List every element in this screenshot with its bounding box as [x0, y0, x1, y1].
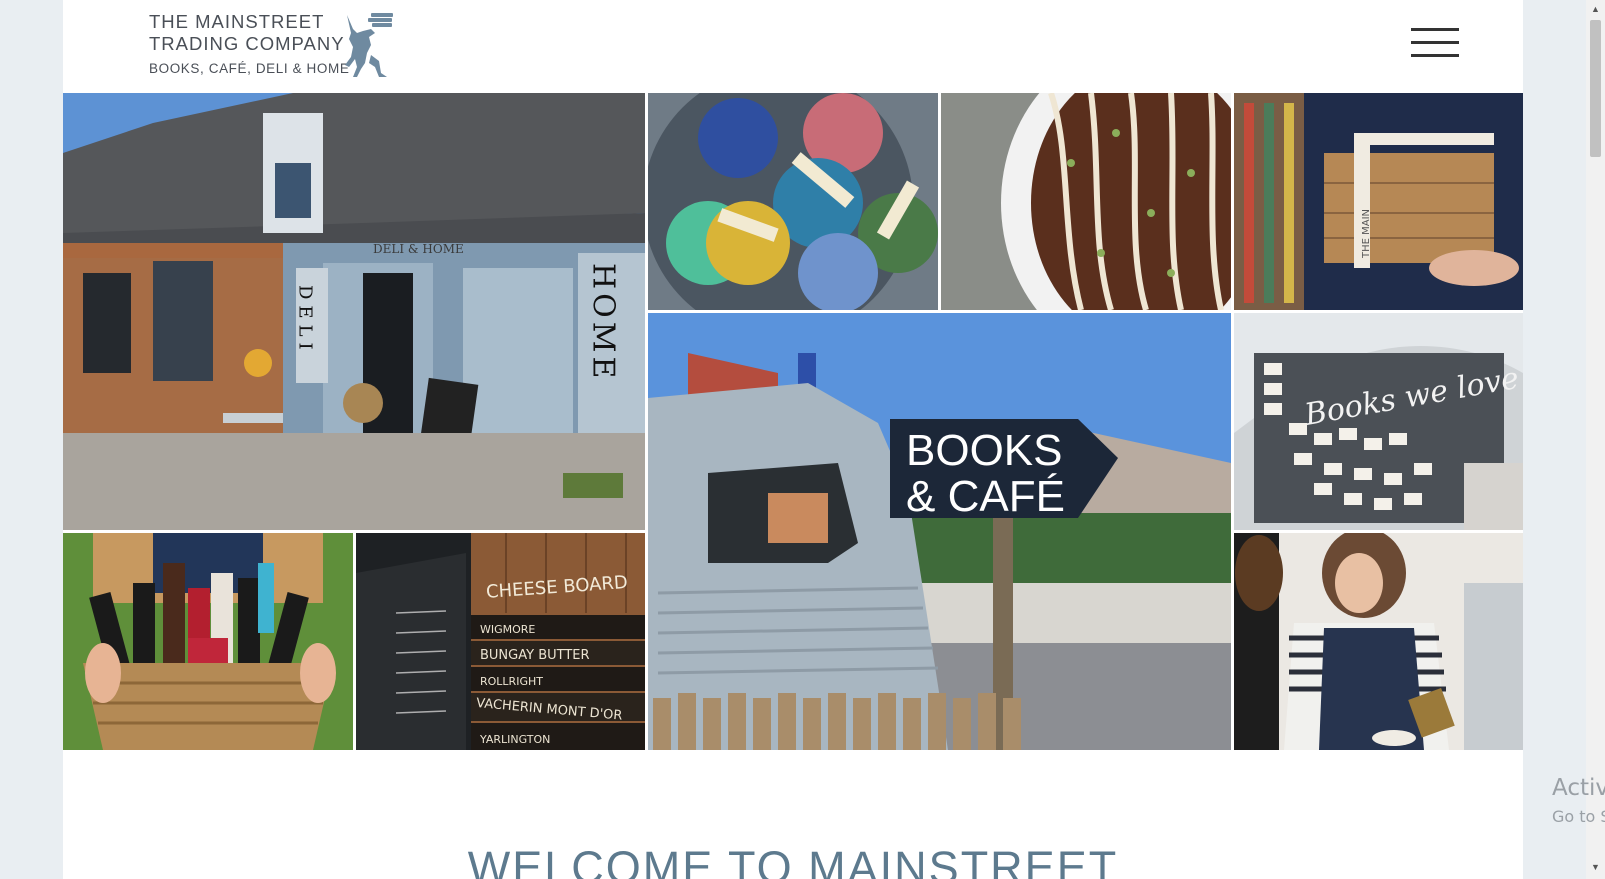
welcome-heading: WELCOME TO MAINSTREET [467, 842, 1119, 879]
page-scrollbar[interactable]: ▲ ▼ [1586, 0, 1605, 879]
photo-twine-balls[interactable] [648, 93, 938, 310]
hamburger-menu-icon [1411, 28, 1459, 31]
photo-barista[interactable] [1234, 533, 1523, 750]
site-header: THE MAINSTREET TRADING COMPANY BOOKS, CA… [63, 0, 1523, 93]
signpost-cafe: & CAFÉ [906, 472, 1065, 521]
photo-books-we-love-window[interactable]: Books we love [1234, 313, 1523, 530]
cheese-item-2: BUNGAY BUTTER [480, 648, 590, 663]
photo-van-books-cafe-sign[interactable]: BOOKS & CAFÉ [648, 313, 1231, 750]
logo-line-1: THE MAINSTREET [149, 11, 325, 32]
scrollbar-thumb[interactable] [1590, 20, 1601, 157]
activation-title: Activ [1552, 775, 1605, 801]
photo-gallery: DELI HOME DELI & HOME THE MAIN BOOKS & C… [63, 93, 1523, 750]
page: THE MAINSTREET TRADING COMPANY BOOKS, CA… [63, 0, 1523, 879]
scroll-down-arrow-icon[interactable]: ▼ [1586, 862, 1605, 872]
hamburger-menu-button[interactable] [1411, 28, 1459, 60]
cheese-item-5: YARLINGTON [479, 733, 550, 746]
os-activation-watermark: Activ Go to S [1552, 775, 1605, 826]
photo-wine-basket[interactable] [63, 533, 353, 750]
cheese-item-3: ROLLRIGHT [480, 675, 543, 688]
scroll-up-arrow-icon[interactable]: ▲ [1586, 4, 1605, 14]
activation-subtitle: Go to S [1552, 807, 1605, 826]
parcel-ribbon-text: THE MAIN [1361, 209, 1372, 259]
photo-shopfront[interactable]: DELI HOME DELI & HOME [63, 93, 645, 530]
signpost-books: BOOKS [906, 426, 1063, 475]
photo-cheese-board[interactable]: CHEESE BOARD WIGMORE BUNGAY BUTTER ROLLR… [356, 533, 645, 750]
hare-carrying-books-icon [345, 13, 393, 77]
cheese-item-1: WIGMORE [480, 623, 535, 636]
site-logo[interactable]: THE MAINSTREET TRADING COMPANY BOOKS, CA… [149, 11, 409, 81]
logo-line-2: TRADING COMPANY [149, 33, 345, 54]
home-sign: HOME [586, 263, 621, 382]
photo-chocolate-bark[interactable] [941, 93, 1231, 310]
deli-home-banner: DELI & HOME [373, 242, 464, 256]
logo-text: THE MAINSTREET TRADING COMPANY BOOKS, CA… [149, 11, 349, 76]
deli-sign: DELI [295, 285, 316, 356]
photo-wrapped-books[interactable]: THE MAIN [1234, 93, 1523, 310]
logo-tagline: BOOKS, CAFÉ, DELI & HOME [149, 61, 350, 76]
